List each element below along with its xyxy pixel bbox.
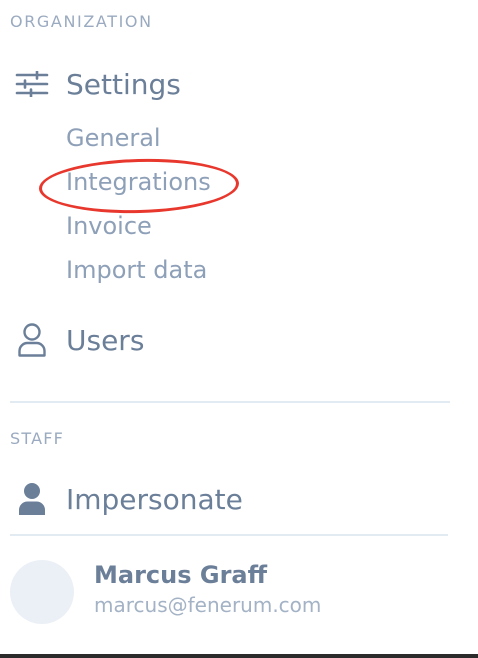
nav-item-impersonate[interactable]: Impersonate [14, 481, 243, 517]
sliders-icon [14, 66, 50, 102]
section-label-staff: STAFF [10, 429, 65, 448]
user-name: Marcus Graff [94, 561, 268, 589]
nav-item-settings[interactable]: Settings [14, 66, 181, 102]
nav-label-settings: Settings [66, 67, 181, 101]
sidebar: ORGANIZATION Settings General Integratio… [0, 0, 478, 658]
user-info: Marcus Graff marcus@fenerum.com [94, 561, 321, 624]
nav-label-impersonate: Impersonate [66, 482, 243, 516]
submenu-item-general[interactable]: General [66, 120, 211, 164]
user-email: marcus@fenerum.com [94, 593, 322, 617]
user-outline-icon [14, 322, 50, 358]
submenu-item-invoice[interactable]: Invoice [66, 208, 211, 252]
divider [10, 534, 448, 536]
divider [10, 401, 450, 403]
nav-label-users: Users [66, 323, 145, 357]
section-label-organization: ORGANIZATION [10, 12, 153, 31]
user-solid-icon [14, 481, 50, 517]
submenu-item-import-data[interactable]: Import data [66, 252, 211, 296]
bottom-edge [0, 654, 478, 658]
avatar [10, 560, 74, 624]
nav-item-users[interactable]: Users [14, 322, 144, 358]
current-user-card[interactable]: Marcus Graff marcus@fenerum.com [10, 560, 321, 624]
